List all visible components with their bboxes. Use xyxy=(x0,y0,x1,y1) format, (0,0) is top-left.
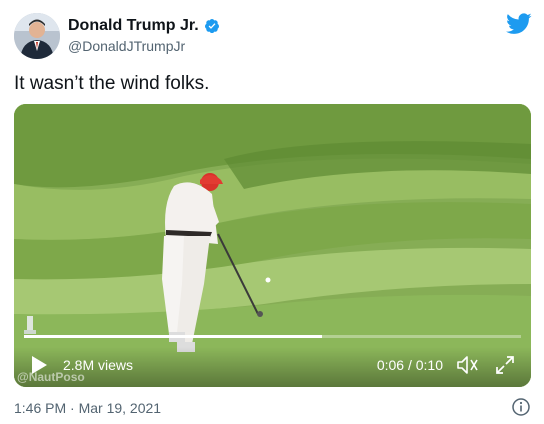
verified-badge-icon xyxy=(204,19,219,34)
video-controls: @NautPoso 2.8M views 0:06 / 0:10 xyxy=(14,347,531,387)
tweet-text: It wasn’t the wind folks. xyxy=(14,73,210,94)
video-frame xyxy=(14,104,531,387)
profile-avatar-icon xyxy=(14,13,60,59)
video-progress-bar[interactable] xyxy=(24,335,521,338)
play-icon[interactable] xyxy=(30,355,48,375)
video-player[interactable]: @NautPoso 2.8M views 0:06 / 0:10 xyxy=(14,104,531,387)
fullscreen-icon[interactable] xyxy=(494,354,516,376)
display-name[interactable]: Donald Trump Jr. xyxy=(68,17,199,35)
avatar[interactable] xyxy=(14,13,60,59)
video-progress-fill xyxy=(24,335,323,338)
author-name-row[interactable]: Donald Trump Jr. xyxy=(68,17,220,35)
video-time: 0:06 / 0:10 xyxy=(376,357,443,373)
tweet-timestamp[interactable]: 1:46 PM · Mar 19, 2021 xyxy=(14,400,161,416)
tweet-card: Donald Trump Jr. @DonaldJTrumpJr It wasn… xyxy=(0,0,544,424)
twitter-bird-icon[interactable] xyxy=(506,13,532,35)
info-icon[interactable] xyxy=(511,397,531,417)
volume-icon[interactable] xyxy=(455,354,479,376)
view-count: 2.8M views xyxy=(63,357,134,373)
author-handle[interactable]: @DonaldJTrumpJr xyxy=(68,38,185,54)
